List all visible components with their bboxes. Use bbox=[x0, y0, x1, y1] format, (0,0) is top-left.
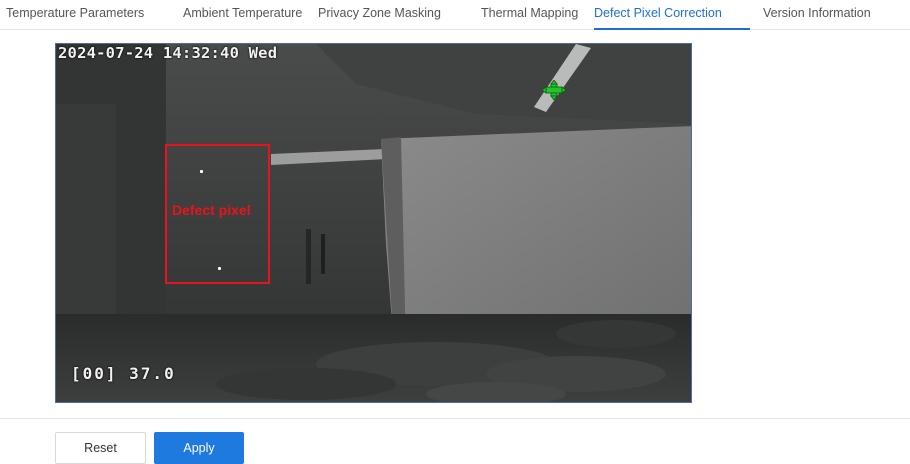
defect-pixel-dot bbox=[218, 267, 221, 270]
apply-button[interactable]: Apply bbox=[154, 432, 244, 464]
defect-pixel-marker-box: Defect pixel bbox=[165, 144, 270, 284]
tab-privacy-zone-masking[interactable]: Privacy Zone Masking bbox=[318, 0, 441, 28]
tab-bar: Temperature Parameters Ambient Temperatu… bbox=[0, 0, 910, 30]
defect-pixel-label: Defect pixel bbox=[172, 202, 251, 218]
osd-timestamp: 2024-07-24 14:32:40 Wed bbox=[58, 44, 278, 62]
defect-pixel-dot bbox=[200, 170, 203, 173]
osd-temperature-readout: [00] 37.0 bbox=[71, 364, 176, 383]
green-crosshair-icon[interactable] bbox=[542, 80, 566, 100]
footer-divider bbox=[0, 418, 910, 419]
tab-defect-pixel-correction[interactable]: Defect Pixel Correction bbox=[594, 0, 750, 30]
reset-button[interactable]: Reset bbox=[55, 432, 146, 464]
tab-temperature-parameters[interactable]: Temperature Parameters bbox=[6, 0, 144, 28]
tab-thermal-mapping[interactable]: Thermal Mapping bbox=[481, 0, 578, 28]
thermal-scene-image bbox=[56, 44, 691, 402]
tab-ambient-temperature[interactable]: Ambient Temperature bbox=[183, 0, 302, 28]
tab-version-information[interactable]: Version Information bbox=[763, 0, 871, 28]
thermal-video-preview[interactable]: 2024-07-24 14:32:40 Wed [00] 37.0 Defect… bbox=[55, 43, 692, 403]
